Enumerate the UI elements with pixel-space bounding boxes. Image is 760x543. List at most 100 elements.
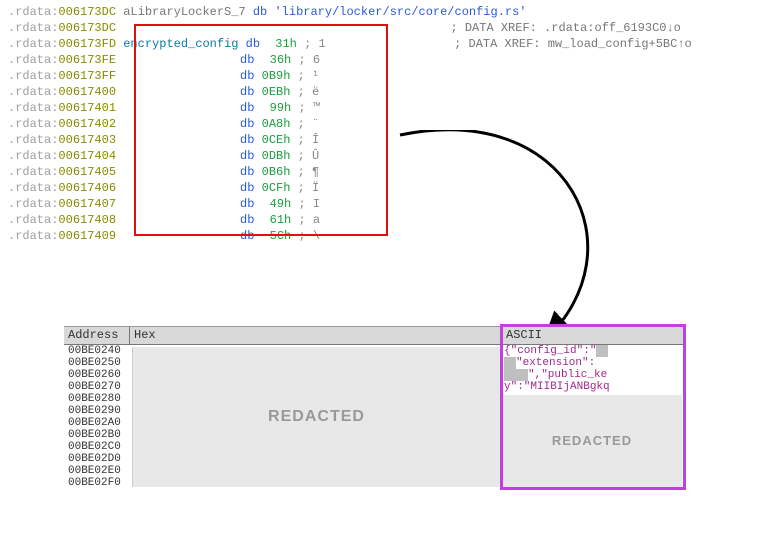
addr: 00617401: [58, 101, 116, 115]
mnemonic: db: [240, 181, 254, 195]
addr: 006173DC: [58, 5, 116, 19]
ascii-line: {"config_id":": [504, 345, 596, 357]
seg-name: .rdata: [8, 101, 51, 115]
addr: 00617408: [58, 213, 116, 227]
col-hex[interactable]: Hex: [130, 327, 502, 344]
seg-name: .rdata: [8, 37, 51, 51]
col-address[interactable]: Address: [64, 327, 130, 344]
byte-value: 5Ch: [270, 229, 292, 243]
redacted-label: REDACTED: [268, 408, 365, 426]
seg-name: .rdata: [8, 197, 51, 211]
seg-name: .rdata: [8, 165, 51, 179]
byte-value: 0B6h: [262, 165, 291, 179]
disasm-row: .rdata:00617405db 0B6h ; ¶: [8, 164, 752, 180]
xref-comment[interactable]: ; DATA XREF: mw_load_config+5BC↑o: [454, 37, 692, 51]
hex-addr-row[interactable]: 00BE02E0: [64, 465, 129, 477]
disasm-row: .rdata:00617402db 0A8h ; ¨: [8, 116, 752, 132]
hex-addr-row[interactable]: 00BE0290: [64, 405, 129, 417]
disasm-row: .rdata:00617403db 0CEh ; Î: [8, 132, 752, 148]
ascii-line: y":"MIIBIjANBgkq: [504, 381, 610, 393]
hex-addr-row[interactable]: 00BE02F0: [64, 477, 129, 489]
hex-address-list: 00BE024000BE025000BE026000BE027000BE0280…: [64, 345, 130, 489]
disasm-row: .rdata:00617404db 0DBh ; Û: [8, 148, 752, 164]
disassembly-panel: .rdata:006173DC aLibraryLockerS_7 db 'li…: [0, 0, 760, 244]
mnemonic: db: [240, 229, 254, 243]
disasm-row: .rdata:00617400db 0EBh ; ë: [8, 84, 752, 100]
addr: 00617403: [58, 133, 116, 147]
hex-addr-row[interactable]: 00BE0260: [64, 369, 129, 381]
byte-comment: ; ¹: [298, 69, 320, 83]
addr: 00617400: [58, 85, 116, 99]
seg-name: .rdata: [8, 149, 51, 163]
addr: 006173FD: [58, 37, 116, 51]
byte-comment: ; I: [298, 197, 320, 211]
hex-addr-row[interactable]: 00BE02A0: [64, 417, 129, 429]
seg-name: .rdata: [8, 21, 51, 35]
byte-value: 49h: [270, 197, 292, 211]
mnemonic: db: [240, 213, 254, 227]
encrypted-config-label[interactable]: encrypted_config: [123, 37, 238, 51]
addr: 00617407: [58, 197, 116, 211]
addr: 00617402: [58, 117, 116, 131]
disasm-row: .rdata:006173FFdb 0B9h ; ¹: [8, 68, 752, 84]
byte-comment: ; Î: [298, 133, 320, 147]
hex-addr-row[interactable]: 00BE02C0: [64, 441, 129, 453]
byte-value: 61h: [270, 213, 292, 227]
byte-comment: ; ë: [298, 85, 320, 99]
seg-name: .rdata: [8, 85, 51, 99]
disasm-row: .rdata:00617406db 0CFh ; Ï: [8, 180, 752, 196]
byte-comment: ; 1: [304, 37, 326, 51]
hex-addr-row[interactable]: 00BE0280: [64, 393, 129, 405]
mnemonic: db: [240, 149, 254, 163]
seg-name: .rdata: [8, 69, 51, 83]
byte-comment: ; Û: [298, 149, 320, 163]
disasm-row: .rdata:00617408db 61h ; a: [8, 212, 752, 228]
seg-name: .rdata: [8, 181, 51, 195]
mnemonic: db: [253, 5, 267, 19]
redacted-label: REDACTED: [552, 435, 632, 447]
hex-addr-row[interactable]: 00BE0240: [64, 345, 129, 357]
col-ascii[interactable]: ASCII: [502, 327, 684, 344]
string-literal: 'library/locker/src/core/config.rs': [274, 5, 526, 19]
ascii-preview: {"config_id":" "extension": ","public_ke…: [502, 345, 684, 393]
string-label[interactable]: aLibraryLockerS_7: [123, 5, 245, 19]
hex-bytes-area: REDACTED: [132, 347, 500, 487]
disasm-row-encrypted: .rdata:006173FD encrypted_config db 31h …: [8, 36, 752, 52]
mnemonic: db: [240, 53, 254, 67]
byte-comment: ; ¨: [298, 117, 320, 131]
disasm-row: .rdata:00617409db 5Ch ; \: [8, 228, 752, 244]
mnemonic: db: [240, 117, 254, 131]
byte-value: 0B9h: [262, 69, 291, 83]
disasm-row: .rdata:00617407db 49h ; I: [8, 196, 752, 212]
hex-addr-row[interactable]: 00BE0250: [64, 357, 129, 369]
byte-value: 0EBh: [262, 85, 291, 99]
hex-addr-row[interactable]: 00BE0270: [64, 381, 129, 393]
disasm-row: .rdata:006173DC aLibraryLockerS_7 db 'li…: [8, 4, 752, 20]
byte-comment: ; \: [298, 229, 320, 243]
disasm-row-xref: .rdata:006173DC ; DATA XREF: .rdata:off_…: [8, 20, 752, 36]
ascii-redacted: REDACTED: [502, 395, 682, 487]
seg-name: .rdata: [8, 213, 51, 227]
hex-addr-row[interactable]: 00BE02D0: [64, 453, 129, 465]
mnemonic: db: [240, 165, 254, 179]
ascii-line: "extension":: [516, 357, 595, 369]
seg-name: .rdata: [8, 229, 51, 243]
addr: 00617405: [58, 165, 116, 179]
hex-dump-panel: Address Hex ASCII 00BE024000BE025000BE02…: [64, 326, 684, 489]
addr: 00617406: [58, 181, 116, 195]
xref-comment[interactable]: ; DATA XREF: .rdata:off_6193C0↓o: [450, 21, 680, 35]
disasm-row: .rdata:00617401db 99h ; ™: [8, 100, 752, 116]
mnemonic: db: [240, 133, 254, 147]
byte-value: 0CEh: [262, 133, 291, 147]
hex-header: Address Hex ASCII: [64, 327, 684, 345]
addr: 006173DC: [58, 21, 116, 35]
mnemonic: db: [240, 101, 254, 115]
mnemonic: db: [240, 197, 254, 211]
hex-addr-row[interactable]: 00BE02B0: [64, 429, 129, 441]
addr: 006173FE: [58, 53, 116, 67]
byte-comment: ; ™: [298, 101, 320, 115]
byte-comment: ; 6: [298, 53, 320, 67]
mnemonic: db: [246, 37, 260, 51]
byte-value: 36h: [270, 53, 292, 67]
byte-comment: ; Ï: [298, 181, 320, 195]
